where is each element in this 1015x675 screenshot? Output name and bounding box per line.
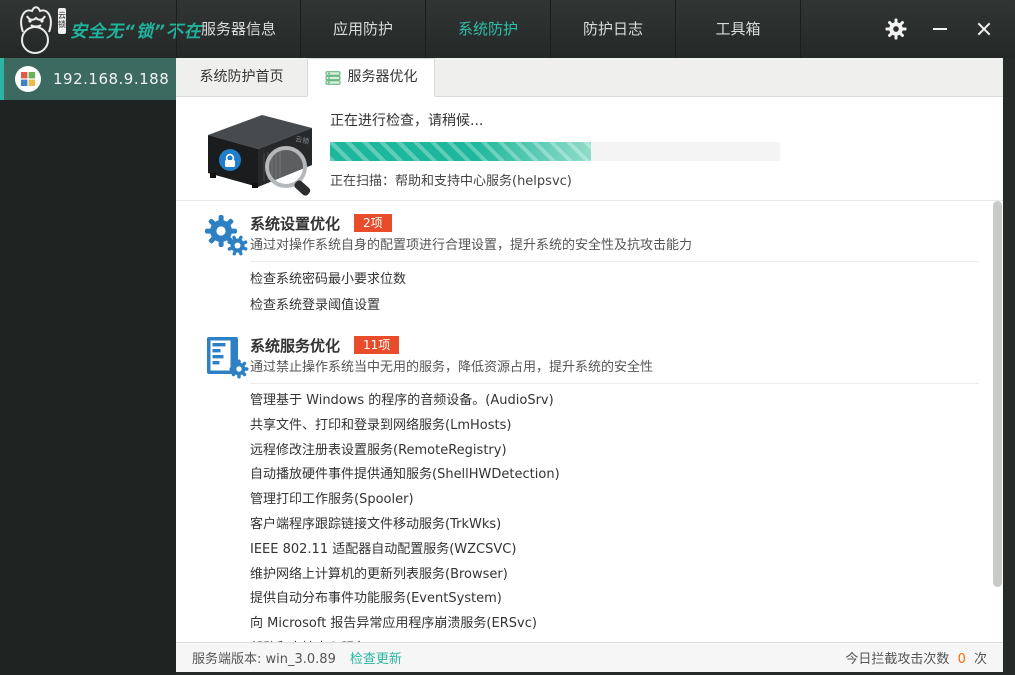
title-bar: 云锁 安全无“锁”不在 服务器信息 应用防护 系统防护 防护日志 工具箱 xyxy=(0,0,1015,58)
tab-bar: 系统防护首页 服务器优化 xyxy=(176,58,1003,97)
scan-status-text: 正在进行检查，请稍候... xyxy=(330,113,484,129)
service-item: 自动播放硬件事件提供通知服务(ShellHWDetection) xyxy=(250,467,560,483)
service-item: 维护网络上计算机的更新列表服务(Browser) xyxy=(250,566,508,582)
section-description: 通过禁止操作系统当中无用的服务，降低资源占用，提升系统的安全性 xyxy=(250,360,654,375)
service-item: 提供自动分布事件功能服务(EventSystem) xyxy=(250,591,502,607)
section-system-services: 系统服务优化 11项 通过禁止操作系统当中无用的服务，降低资源占用，提升系统的安… xyxy=(176,323,1003,642)
brand-seal: 云锁 xyxy=(58,8,66,34)
section-title: 系统服务优化 xyxy=(250,336,341,355)
tab-label: 服务器优化 xyxy=(347,69,418,85)
nav-system-protection[interactable]: 系统防护 xyxy=(426,0,551,58)
server-scan-illustration: 云锁 xyxy=(208,115,312,196)
double-gears-icon xyxy=(205,215,248,256)
close-button[interactable] xyxy=(973,18,995,40)
attack-count-value: 0 xyxy=(957,652,966,667)
server-sidebar: 192.168.9.188 xyxy=(0,58,176,675)
nav-toolbox[interactable]: 工具箱 xyxy=(676,0,801,58)
attack-counter-prefix: 今日拦截攻击次数 xyxy=(845,652,950,667)
scan-info: 正在进行检查，请稍候... 正在扫描：帮助和支持中心服务(helpsvc) xyxy=(330,97,1003,189)
gear-icon xyxy=(885,18,907,40)
nav-protection-logs[interactable]: 防护日志 xyxy=(551,0,676,58)
service-item: 共享文件、打印和登录到网络服务(LmHosts) xyxy=(250,417,512,433)
progress-bar xyxy=(330,142,780,161)
service-item: 管理基于 Windows 的程序的音频设备。(AudioSrv) xyxy=(250,393,554,408)
scan-current-text: 正在扫描：帮助和支持中心服务(helpsvc) xyxy=(330,174,572,189)
scroll-content: 云锁 正在进行检查，请稍候... 正在扫描：帮助和支持中心服务(helpsvc) xyxy=(176,97,1003,642)
section-description: 通过对操作系统自身的配置项进行合理设置，提升系统的安全性及抗攻击能力 xyxy=(250,238,693,253)
minimize-icon xyxy=(933,28,947,30)
tab-protection-home[interactable]: 系统防护首页 xyxy=(176,58,307,97)
progress-fill xyxy=(330,142,591,161)
settings-button[interactable] xyxy=(885,18,907,40)
tab-server-optimization[interactable]: 服务器优化 xyxy=(307,58,435,97)
settings-check-list: 检查系统密码最小要求位数 检查系统登录阈值设置 xyxy=(250,262,979,319)
attack-counter-suffix: 次 xyxy=(973,652,987,667)
section-title-row: 系统设置优化 2项 xyxy=(250,212,979,234)
server-version-label: 服务端版本: win_3.0.89 xyxy=(192,652,336,667)
nav-app-protection[interactable]: 应用防护 xyxy=(301,0,426,58)
server-stack-icon xyxy=(325,70,340,85)
check-item: 检查系统登录阈值设置 xyxy=(250,298,381,313)
active-accent-bar xyxy=(0,58,4,100)
window-right-edge xyxy=(1003,58,1015,675)
lock-mascot-icon xyxy=(20,6,52,54)
service-item: 向 Microsoft 报告异常应用程序崩溃服务(ERSvc) xyxy=(250,616,537,632)
close-icon xyxy=(977,22,991,36)
app-window: 云锁 安全无“锁”不在 服务器信息 应用防护 系统防护 防护日志 工具箱 192… xyxy=(0,0,1015,675)
count-badge: 2项 xyxy=(354,214,392,232)
section-title: 系统设置优化 xyxy=(250,214,341,233)
section-system-settings: 系统设置优化 2项 通过对操作系统自身的配置项进行合理设置，提升系统的安全性及抗… xyxy=(176,201,1003,323)
nav-server-info[interactable]: 服务器信息 xyxy=(176,0,301,58)
scan-progress-block: 云锁 正在进行检查，请稍候... 正在扫描：帮助和支持中心服务(helpsvc) xyxy=(176,97,1003,201)
window-controls xyxy=(885,0,1015,58)
main-nav: 服务器信息 应用防护 系统防护 防护日志 工具箱 xyxy=(176,0,801,58)
service-item: 管理打印工作服务(Spooler) xyxy=(250,492,414,508)
windows-server-icon xyxy=(15,66,41,92)
vertical-scrollbar-thumb[interactable] xyxy=(993,201,1002,587)
server-ip-label: 192.168.9.188 xyxy=(53,70,170,88)
check-item: 检查系统密码最小要求位数 xyxy=(250,272,407,287)
app-logo: 云锁 安全无“锁”不在 xyxy=(0,0,201,58)
document-gear-icon xyxy=(207,337,249,379)
service-item: IEEE 802.11 适配器自动配置服务(WZCSVC) xyxy=(250,541,517,557)
attack-counter: 今日拦截攻击次数 0 次 xyxy=(845,648,987,667)
minimize-button[interactable] xyxy=(929,18,951,40)
status-bar: 服务端版本: win_3.0.89 检查更新 今日拦截攻击次数 0 次 xyxy=(176,642,1003,672)
main-panel: 系统防护首页 服务器优化 云锁 正在进行检查，请稍候... 正在扫描：帮助和支持… xyxy=(176,58,1003,672)
check-update-link[interactable]: 检查更新 xyxy=(350,648,402,667)
service-item: 客户端程序跟踪链接文件移动服务(TrkWks) xyxy=(250,516,502,532)
services-check-list: 管理基于 Windows 的程序的音频设备。(AudioSrv) 共享文件、打印… xyxy=(250,384,979,642)
section-title-row: 系统服务优化 11项 xyxy=(250,334,979,356)
count-badge: 11项 xyxy=(354,336,400,354)
service-item: 远程修改注册表设置服务(RemoteRegistry) xyxy=(250,442,507,458)
sidebar-item-server[interactable]: 192.168.9.188 xyxy=(0,58,176,100)
